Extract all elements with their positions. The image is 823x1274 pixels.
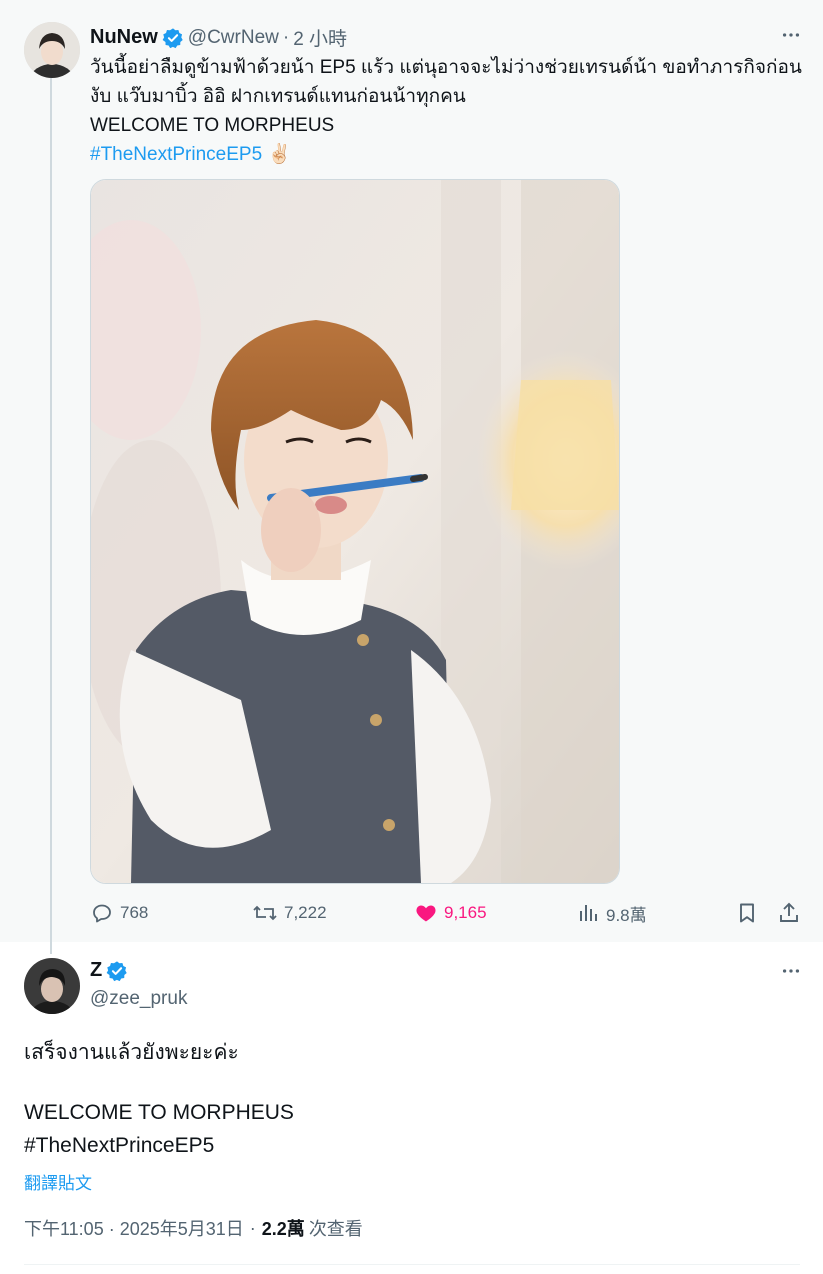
author-name[interactable]: Z <box>90 959 102 982</box>
separator-dot: · <box>249 1217 256 1238</box>
author-name[interactable]: NuNew <box>90 26 158 49</box>
zee-avatar[interactable] <box>24 958 80 1014</box>
tweet-timestamp[interactable]: 下午11:05 · 2025年5月31日 <box>24 1215 244 1241</box>
parent-tweet-actions: 768 7,222 9,165 9.8萬 <box>90 895 802 931</box>
tweet-text-line-3: WELCOME TO MORPHEUS <box>90 115 335 136</box>
hashtag-link[interactable]: #TheNextPrinceEP5 <box>24 1134 214 1158</box>
reply-bubble-icon <box>93 904 111 923</box>
tweet-photo[interactable] <box>90 179 620 884</box>
tweet-meta: 下午11:05 · 2025年5月31日 · 2.2萬 次查看 <box>24 1215 363 1241</box>
parent-tweet[interactable]: NuNew @CwrNew · 2 小時 วันนี้อย่าลืมดูข้าม… <box>0 0 823 954</box>
repost-button[interactable]: 7,222 <box>252 895 327 931</box>
nunew-avatar[interactable] <box>24 22 80 78</box>
views-count: 9.8萬 <box>606 905 647 925</box>
views-button[interactable]: 9.8萬 <box>576 895 647 931</box>
bookmark-button[interactable] <box>735 895 765 931</box>
more-dots-icon[interactable] <box>778 958 804 984</box>
hashtag-link[interactable]: #TheNextPrinceEP5 <box>90 144 262 165</box>
author-handle[interactable]: @zee_pruk <box>90 988 187 1010</box>
views-bar-icon <box>580 905 597 921</box>
reply-count: 768 <box>120 903 149 922</box>
share-icon <box>780 902 798 922</box>
reply-button[interactable]: 768 <box>90 895 148 931</box>
peace-emoji: ✌🏻 <box>267 144 292 165</box>
share-button[interactable] <box>777 895 807 931</box>
repost-count: 7,222 <box>284 903 327 922</box>
author-handle[interactable]: @CwrNew <box>188 27 279 49</box>
verified-badge-icon <box>106 960 128 982</box>
reply-tweet-header: Z <box>90 959 128 982</box>
reply-text-line-1: เสร็จงานแล้วยังพะยะค่ะ <box>24 1041 239 1064</box>
views-count: 2.2萬 <box>261 1219 305 1239</box>
tweet-time[interactable]: 2 小時 <box>293 24 347 51</box>
parent-tweet-header: NuNew @CwrNew · 2 小時 <box>90 24 347 51</box>
parent-tweet-text: วันนี้อย่าลืมดูข้ามฟ้าด้วยน้า EP5 แร้ว แ… <box>90 53 802 169</box>
like-button[interactable]: 9,165 <box>414 895 487 931</box>
thread-connector-line <box>50 78 52 954</box>
like-count: 9,165 <box>444 903 487 922</box>
heart-icon <box>416 905 436 922</box>
verified-badge-icon <box>162 27 184 49</box>
tweet-text-line-1: วันนี้อย่าลืมดูข้ามฟ้าด้วยน้า EP5 แร้ว แ… <box>90 57 802 78</box>
repost-icon <box>253 905 277 921</box>
separator-dot: · <box>282 26 290 48</box>
reply-text-line-2: WELCOME TO MORPHEUS <box>24 1101 294 1124</box>
more-dots-icon[interactable] <box>778 22 804 48</box>
views-label: 次查看 <box>308 1219 363 1239</box>
tweet-text-line-2: งับ แว๊บมาบิ้ว อิอิ ฝากเทรนด์แทนก่อนน้าท… <box>90 86 466 107</box>
bookmark-icon <box>740 903 754 923</box>
translate-post-link[interactable]: 翻譯貼文 <box>24 1169 92 1194</box>
divider <box>24 1264 800 1265</box>
